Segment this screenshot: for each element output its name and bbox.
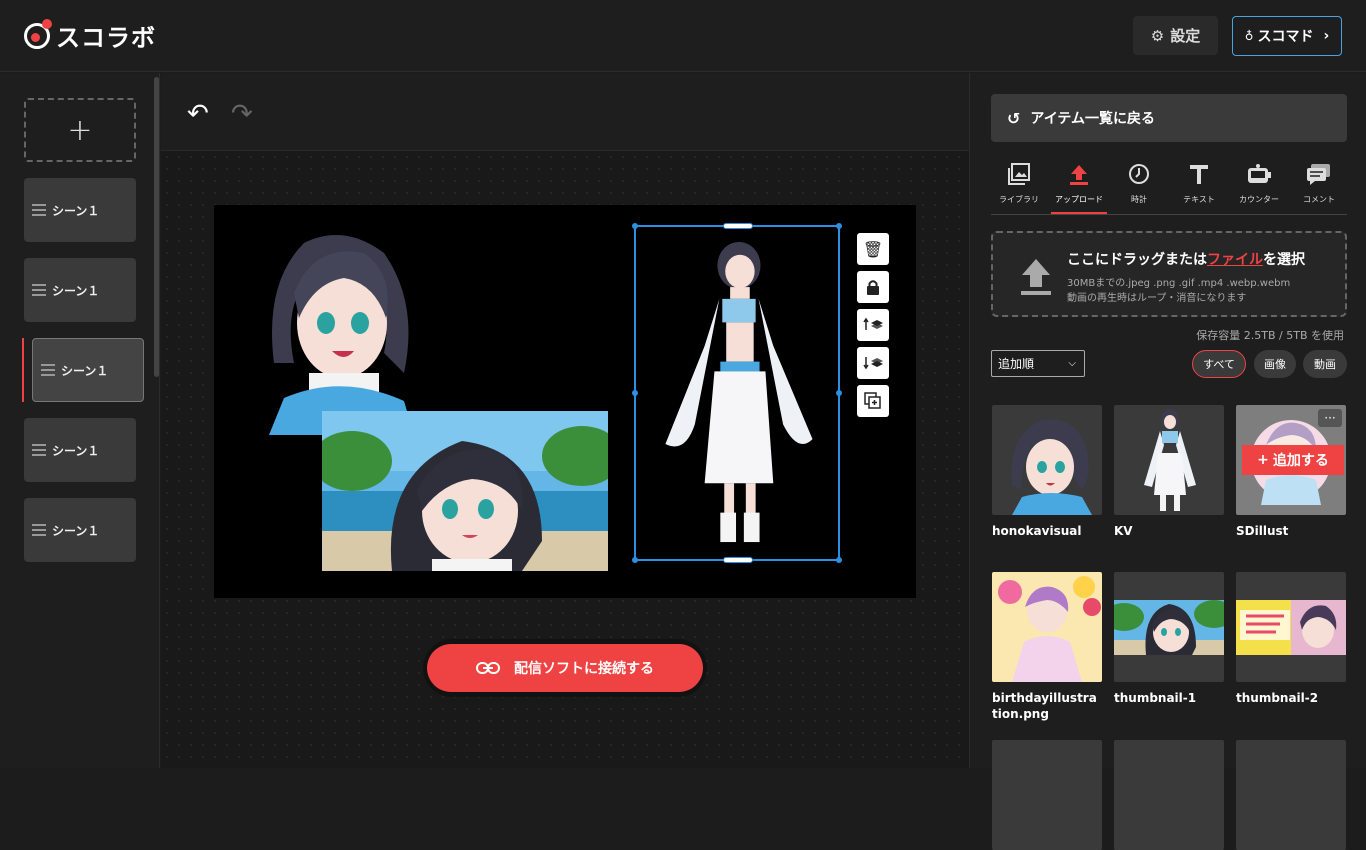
thumbnail-1-image[interactable] [322,411,608,571]
scene-item[interactable]: シーン１ [24,178,136,242]
text-icon [1188,163,1210,191]
filter-image[interactable]: 画像 [1254,350,1296,378]
drag-handle-icon[interactable] [32,204,46,216]
lock-icon[interactable] [857,271,889,303]
scene-canvas[interactable]: 🗑 [214,205,916,598]
media-item[interactable]: thumbnail-2 [1236,572,1346,706]
app-logo[interactable]: スコラボ [24,18,156,53]
connect-streaming-button[interactable]: 配信ソフトに接続する [427,644,703,692]
chevron-down-icon: ⌵ [1068,358,1076,369]
upload-dropzone[interactable]: ここにドラッグまたはファイルを選択 30MBまでの.jpeg .png .gif… [991,231,1347,317]
dropzone-formats: 30MBまでの.jpeg .png .gif .mp4 .webp.webm [1067,278,1291,289]
connect-button-wrap: 配信ソフトに接続する [423,639,707,697]
bell-icon: ♁ [1244,29,1254,43]
file-select-link[interactable]: ファイル [1207,252,1263,268]
duplicate-icon[interactable] [857,385,889,417]
upload-arrow-icon [1019,257,1053,305]
upload-icon [1068,163,1090,191]
dropzone-note: 動画の再生時はループ・消音になります [1067,293,1247,304]
media-item[interactable] [1114,740,1224,850]
active-scene-indicator [22,338,24,402]
filter-all[interactable]: すべて [1192,350,1246,378]
selected-kv-object[interactable] [632,223,842,563]
scene-item[interactable]: シーン１ [24,498,136,562]
counter-icon [1246,163,1272,191]
drag-handle-icon[interactable] [41,364,55,376]
filter-video[interactable]: 動画 [1303,350,1347,378]
scene-panel: + シーン１ シーン１ シーン１ シーン１ シーン１ [0,73,160,768]
honokavisual-image[interactable] [254,223,414,435]
tab-upload[interactable]: アップロード [1051,163,1107,214]
top-bar: スコラボ ⚙ 設定 ♁ スコマド › [0,0,1366,72]
resize-handle[interactable] [836,557,842,563]
tab-text[interactable]: テキスト [1171,163,1227,214]
comment-icon [1306,163,1332,191]
clock-icon [1128,163,1150,191]
add-item-button[interactable]: + 追加する [1242,445,1344,475]
send-backward-icon[interactable] [857,347,889,379]
tab-counter[interactable]: カウンター [1231,163,1287,214]
storage-usage: 保存容量 2.5TB / 5TB を使用 [1196,329,1344,342]
media-thumbnail[interactable] [1114,740,1224,850]
media-thumbnail[interactable] [992,572,1102,682]
sort-select[interactable]: 追加順 ⌵ [991,350,1085,377]
library-icon [1008,163,1030,191]
tab-comment[interactable]: コメント [1291,163,1347,214]
settings-button[interactable]: ⚙ 設定 [1133,16,1218,55]
editor-area: ↶ ↷ 🗑 配信ソフトに接続する [161,73,969,768]
media-thumbnail[interactable]: ··· + 追加する [1236,405,1346,515]
media-item[interactable]: KV [1114,405,1224,539]
back-to-items-button[interactable]: ↺ アイテム一覧に戻る [991,94,1347,142]
link-icon [476,662,500,674]
media-thumbnail[interactable] [1114,405,1224,515]
media-thumbnail[interactable] [992,740,1102,850]
resize-handle[interactable] [632,390,638,396]
media-item[interactable] [1236,740,1346,850]
item-panel: ↺ アイテム一覧に戻る ライブラリ アップロード 時計 テキスト カウンター コ… [969,73,1366,850]
sukomado-button[interactable]: ♁ スコマド › [1232,16,1342,56]
media-item[interactable]: thumbnail-1 [1114,572,1224,706]
resize-handle[interactable] [836,390,842,396]
resize-handle-bottom[interactable] [723,557,753,563]
item-type-tabs: ライブラリ アップロード 時計 テキスト カウンター コメント [991,163,1347,215]
redo-icon[interactable]: ↷ [231,99,253,129]
resize-handle-top[interactable] [723,223,753,229]
media-item-hover[interactable]: ··· + 追加する SDillust [1236,405,1346,539]
scene-item-active[interactable]: シーン１ [32,338,144,402]
media-item[interactable] [992,740,1102,850]
editor-toolbar: ↶ ↷ [161,73,969,151]
scene-item[interactable]: シーン１ [24,418,136,482]
resize-handle[interactable] [632,223,638,229]
add-scene-button[interactable]: + [24,98,136,162]
bring-forward-icon[interactable] [857,309,889,341]
back-arrow-icon: ↺ [1007,108,1021,128]
drag-handle-icon[interactable] [32,524,46,536]
media-item[interactable]: birthdayillustration.png [992,572,1102,722]
gear-icon: ⚙ [1150,26,1165,45]
plus-icon: + [1257,452,1269,468]
resize-handle[interactable] [836,223,842,229]
drag-handle-icon[interactable] [32,284,46,296]
tab-clock[interactable]: 時計 [1111,163,1167,214]
dropzone-title: ここにドラッグまたはファイルを選択 [1067,252,1305,268]
media-thumbnail[interactable] [992,405,1102,515]
object-toolbar: 🗑 [857,233,889,417]
trash-icon[interactable]: 🗑 [857,233,889,265]
chevron-right-icon: › [1323,28,1330,44]
more-options-icon[interactable]: ··· [1318,409,1342,427]
logo-icon [24,18,52,49]
drag-handle-icon[interactable] [32,444,46,456]
tab-library[interactable]: ライブラリ [991,163,1047,214]
media-thumbnail[interactable] [1236,740,1346,850]
scene-scrollbar[interactable] [154,77,159,377]
resize-handle[interactable] [632,557,638,563]
undo-icon[interactable]: ↶ [187,99,209,129]
media-item[interactable]: honokavisual [992,405,1102,539]
scene-item[interactable]: シーン１ [24,258,136,322]
media-thumbnail[interactable] [1236,572,1346,682]
media-thumbnail[interactable] [1114,572,1224,682]
kv-image [665,241,813,543]
